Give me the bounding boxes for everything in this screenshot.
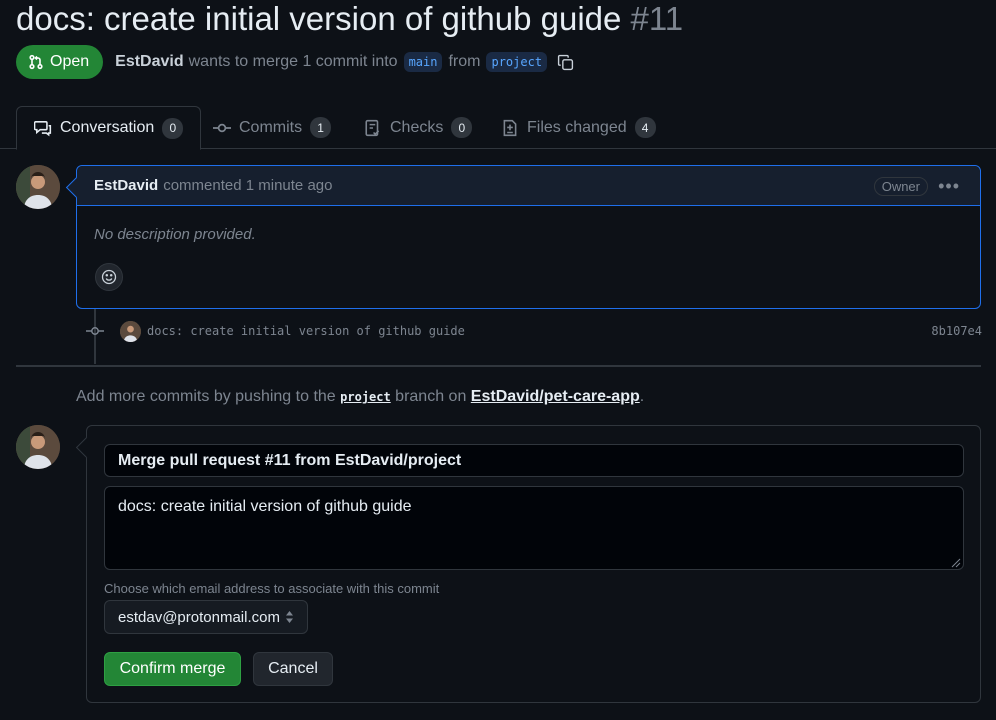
push-hint: Add more commits by pushing to the proje… [76,388,644,406]
head-branch[interactable]: project [486,52,548,72]
owner-badge: Owner [873,177,928,196]
commit-icon [84,324,106,338]
timeline-divider [16,365,981,367]
resize-grip-icon[interactable] [949,555,961,573]
tab-commits[interactable]: Commits 1 [196,106,348,149]
avatar[interactable] [16,165,60,209]
commit-sha-link[interactable]: 8b107e4 [931,324,982,338]
pr-tabs: Conversation 0 Commits 1 Checks 0 Files … [0,106,996,150]
pr-title-text: docs: create initial version of github g… [16,0,622,37]
tab-label: Commits [239,118,303,136]
conversation-icon [34,121,52,137]
repo-link[interactable]: EstDavid/pet-care-app [471,388,640,405]
hint-branch[interactable]: project [340,390,391,404]
commit-row: docs: create initial version of github g… [84,318,982,344]
merge-title-input[interactable] [104,444,964,477]
tab-counter: 1 [310,117,332,138]
from-text: from [448,53,481,70]
comment-header: EstDavid commented 1 minute ago Owner ••… [77,166,980,206]
hint-prefix: Add more commits by pushing to the [76,388,336,405]
email-select[interactable]: estdav@protonmail.com [104,600,308,634]
tab-files-changed[interactable]: Files changed 4 [484,106,673,149]
hint-suffix: . [639,388,645,405]
tab-counter: 4 [634,117,656,138]
tab-conversation[interactable]: Conversation 0 [16,106,202,150]
merge-form: docs: create initial version of github g… [86,425,981,703]
comment-action: commented 1 minute ago [163,177,333,194]
avatar[interactable] [16,425,60,469]
commit-message-link[interactable]: docs: create initial version of github g… [147,324,465,338]
state-label: Open [50,53,90,70]
cancel-button[interactable]: Cancel [253,652,333,686]
confirm-merge-button[interactable]: Confirm merge [104,652,241,686]
hint-middle: branch on [395,388,467,405]
git-pull-request-icon [29,54,43,70]
commit-avatar[interactable] [120,320,141,342]
pr-meta: Open EstDavid wants to merge 1 commit in… [16,45,574,79]
commit-icon [213,123,231,132]
email-label: Choose which email address to associate … [104,581,440,596]
comment-box: EstDavid commented 1 minute ago Owner ••… [76,165,981,309]
pr-author-link[interactable]: EstDavid [115,53,183,71]
copy-icon[interactable] [557,54,574,71]
add-reaction-button[interactable] [95,263,123,291]
tab-label: Checks [390,118,444,136]
smiley-icon [101,269,117,285]
pr-number: #11 [630,0,684,37]
merge-body-textarea[interactable]: docs: create initial version of github g… [104,486,964,570]
comment-author-link[interactable]: EstDavid [94,177,158,194]
email-selected-value: estdav@protonmail.com [118,608,280,626]
tab-label: Conversation [60,119,155,136]
pr-title: docs: create initial version of github g… [16,0,683,38]
base-branch[interactable]: main [403,52,443,72]
checklist-icon [365,119,380,136]
state-badge: Open [16,45,104,79]
tab-checks[interactable]: Checks 0 [347,106,489,149]
file-diff-icon [503,119,517,136]
tab-counter: 0 [451,117,473,138]
comment-body: No description provided. [94,226,256,243]
select-arrows-icon [286,611,293,623]
tab-counter: 0 [162,117,184,139]
more-options-icon[interactable]: ••• [938,176,960,197]
tab-label: Files changed [527,118,627,136]
merge-text: wants to merge 1 commit into [188,53,398,70]
